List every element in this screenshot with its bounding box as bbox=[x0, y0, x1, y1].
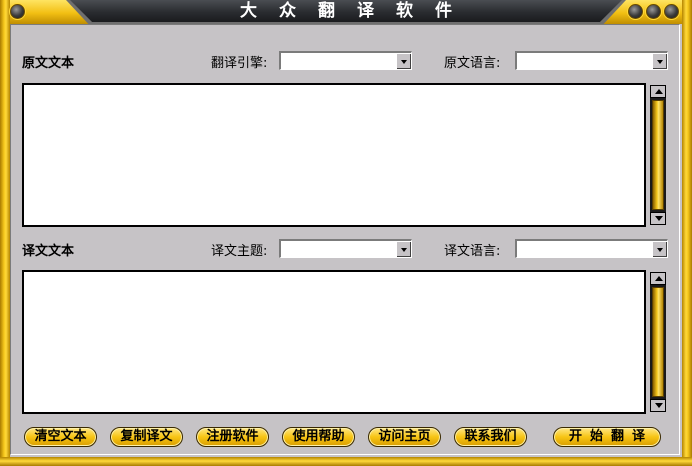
frame-bottom bbox=[0, 457, 692, 466]
copy-translation-button[interactable]: 复制译文 bbox=[110, 427, 183, 447]
source-text-input[interactable] bbox=[22, 83, 646, 227]
target-scrollbar[interactable] bbox=[650, 272, 666, 412]
minimize-icon[interactable] bbox=[628, 4, 643, 19]
scroll-up-icon[interactable] bbox=[650, 85, 666, 98]
chevron-down-icon[interactable] bbox=[396, 241, 411, 257]
topic-label: 译文主题: bbox=[211, 244, 268, 259]
source-heading: 原文文本 bbox=[22, 56, 75, 71]
source-lang-label: 原文语言: bbox=[444, 56, 501, 71]
clear-text-button[interactable]: 清空文本 bbox=[24, 427, 97, 447]
scroll-down-icon[interactable] bbox=[650, 212, 666, 225]
source-scroll-thumb[interactable] bbox=[652, 100, 664, 210]
chevron-down-icon[interactable] bbox=[652, 53, 667, 69]
target-text-output[interactable] bbox=[22, 270, 646, 414]
help-button[interactable]: 使用帮助 bbox=[282, 427, 355, 447]
source-scrollbar[interactable] bbox=[650, 85, 666, 225]
frame-left bbox=[0, 0, 10, 466]
target-heading: 译文文本 bbox=[22, 244, 75, 259]
start-translate-button[interactable]: 开始翻译 bbox=[553, 427, 661, 447]
source-lang-select[interactable] bbox=[515, 51, 668, 70]
homepage-button[interactable]: 访问主页 bbox=[368, 427, 441, 447]
target-lang-select[interactable] bbox=[515, 239, 668, 258]
scroll-up-icon[interactable] bbox=[650, 272, 666, 285]
maximize-icon[interactable] bbox=[646, 4, 661, 19]
contact-button[interactable]: 联系我们 bbox=[454, 427, 527, 447]
translator-window: 大众翻译软件 原文文本 翻译引擎: 原文语言: 译文文本 译文主题: 译文语言:… bbox=[0, 0, 692, 466]
chevron-down-icon[interactable] bbox=[396, 53, 411, 69]
scroll-down-icon[interactable] bbox=[650, 399, 666, 412]
engine-label: 翻译引擎: bbox=[211, 56, 268, 71]
topic-select[interactable] bbox=[279, 239, 412, 258]
target-lang-label: 译文语言: bbox=[444, 244, 501, 259]
window-menu-icon[interactable] bbox=[10, 4, 25, 19]
engine-select[interactable] bbox=[279, 51, 412, 70]
window-title: 大众翻译软件 bbox=[240, 1, 474, 21]
chevron-down-icon[interactable] bbox=[652, 241, 667, 257]
register-button[interactable]: 注册软件 bbox=[196, 427, 269, 447]
target-scroll-thumb[interactable] bbox=[652, 287, 664, 397]
frame-right bbox=[682, 0, 692, 466]
close-icon[interactable] bbox=[664, 4, 679, 19]
